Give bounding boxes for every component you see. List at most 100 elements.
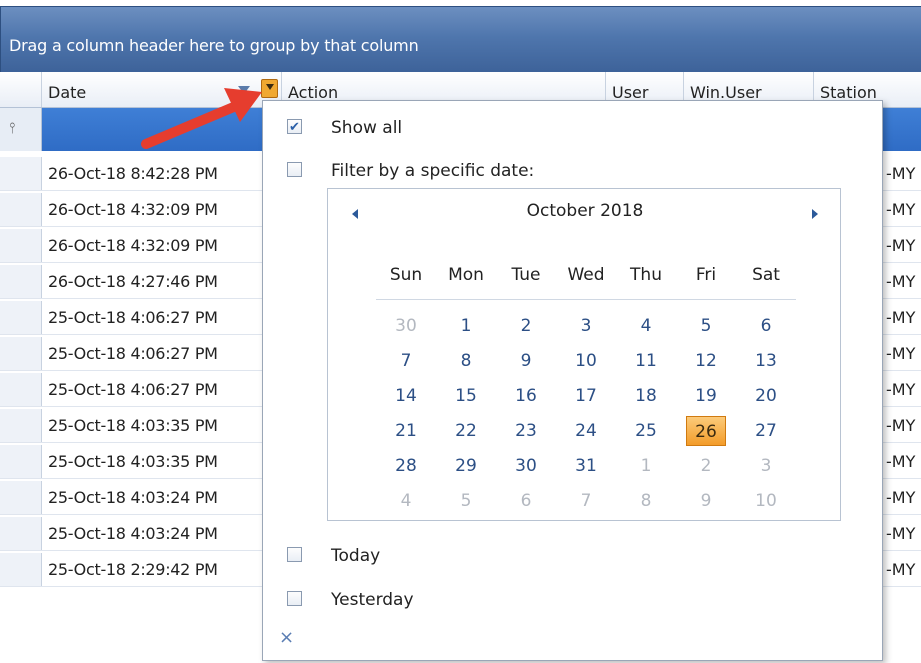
row-indicator[interactable] bbox=[0, 409, 42, 442]
calendar-day[interactable]: 21 bbox=[386, 416, 426, 446]
calendar-day[interactable]: 15 bbox=[446, 381, 486, 411]
calendar-day[interactable]: 25 bbox=[626, 416, 666, 446]
calendar-day[interactable]: 5 bbox=[446, 486, 486, 516]
calendar-day[interactable]: 5 bbox=[686, 311, 726, 341]
calendar-day[interactable]: 17 bbox=[566, 381, 606, 411]
date-cell: 25-Oct-18 2:29:42 PM bbox=[48, 560, 218, 579]
calendar-day[interactable]: 6 bbox=[506, 486, 546, 516]
calendar-day[interactable]: 8 bbox=[626, 486, 666, 516]
next-month-icon[interactable] bbox=[812, 209, 818, 219]
row-indicator[interactable] bbox=[0, 517, 42, 550]
calendar-day[interactable]: 22 bbox=[446, 416, 486, 446]
calendar-day[interactable]: 27 bbox=[746, 416, 786, 446]
weekday-label: Sat bbox=[752, 265, 780, 285]
calendar-day[interactable]: 30 bbox=[386, 311, 426, 341]
calendar-day[interactable]: 8 bbox=[446, 346, 486, 376]
row-indicator[interactable] bbox=[0, 301, 42, 334]
specific-date-label: Filter by a specific date: bbox=[331, 161, 535, 181]
weekday-label: Thu bbox=[630, 265, 662, 285]
calendar-day[interactable]: 10 bbox=[566, 346, 606, 376]
row-indicator[interactable] bbox=[0, 373, 42, 406]
calendar-day[interactable]: 10 bbox=[746, 486, 786, 516]
filter-row-indicator: ⫯ bbox=[0, 108, 42, 151]
row-indicator[interactable] bbox=[0, 337, 42, 370]
calendar-day[interactable]: 13 bbox=[746, 346, 786, 376]
calendar-day[interactable]: 3 bbox=[746, 451, 786, 481]
calendar-day[interactable]: 4 bbox=[386, 486, 426, 516]
calendar-day[interactable]: 1 bbox=[446, 311, 486, 341]
calendar-day[interactable]: 12 bbox=[686, 346, 726, 376]
weekday-label: Wed bbox=[567, 265, 605, 285]
specific-date-checkbox[interactable] bbox=[287, 162, 302, 177]
station-cell: -MY bbox=[886, 200, 916, 219]
row-indicator[interactable] bbox=[0, 553, 42, 586]
calendar-month-title: October 2018 bbox=[526, 201, 644, 221]
calendar-day[interactable]: 6 bbox=[746, 311, 786, 341]
station-cell: -MY bbox=[886, 452, 916, 471]
calendar-day[interactable]: 20 bbox=[746, 381, 786, 411]
row-indicator[interactable] bbox=[0, 481, 42, 514]
calendar-day[interactable]: 16 bbox=[506, 381, 546, 411]
yesterday-label: Yesterday bbox=[331, 590, 414, 610]
date-filter-popup: Show all Filter by a specific date: Octo… bbox=[262, 100, 883, 661]
today-label: Today bbox=[331, 546, 381, 566]
date-calendar: October 2018 Sun Mon Tue Wed Thu Fri Sat 30 1 2 3… bbox=[327, 188, 841, 521]
calendar-day[interactable]: 28 bbox=[386, 451, 426, 481]
calendar-day[interactable]: 26 bbox=[686, 416, 726, 446]
date-cell: 25-Oct-18 4:06:27 PM bbox=[48, 308, 218, 327]
row-indicator-header bbox=[0, 72, 42, 107]
station-cell: -MY bbox=[886, 164, 916, 183]
station-cell: -MY bbox=[886, 560, 916, 579]
station-cell: -MY bbox=[886, 236, 916, 255]
calendar-day[interactable]: 2 bbox=[686, 451, 726, 481]
show-all-label: Show all bbox=[331, 118, 403, 138]
date-cell: 26-Oct-18 4:27:46 PM bbox=[48, 272, 218, 291]
calendar-day[interactable]: 18 bbox=[626, 381, 666, 411]
calendar-day[interactable]: 11 bbox=[626, 346, 666, 376]
station-cell: -MY bbox=[886, 524, 916, 543]
calendar-day[interactable]: 29 bbox=[446, 451, 486, 481]
row-indicator[interactable] bbox=[0, 265, 42, 298]
weekday-label: Tue bbox=[511, 265, 541, 285]
calendar-day[interactable]: 14 bbox=[386, 381, 426, 411]
today-checkbox[interactable] bbox=[287, 547, 302, 562]
weekday-label: Sun bbox=[389, 265, 423, 285]
calendar-day[interactable]: 9 bbox=[506, 346, 546, 376]
station-cell: -MY bbox=[886, 308, 916, 327]
show-all-checkbox[interactable] bbox=[287, 116, 302, 140]
calendar-day[interactable]: 31 bbox=[566, 451, 606, 481]
row-indicator[interactable] bbox=[0, 445, 42, 478]
column-header-date-label: Date bbox=[48, 83, 87, 102]
group-by-hint: Drag a column header here to group by th… bbox=[9, 36, 419, 55]
row-indicator[interactable] bbox=[0, 229, 42, 262]
calendar-day[interactable]: 1 bbox=[626, 451, 666, 481]
calendar-day[interactable]: 9 bbox=[686, 486, 726, 516]
row-indicator[interactable] bbox=[0, 157, 42, 190]
date-cell: 25-Oct-18 4:06:27 PM bbox=[48, 344, 218, 363]
station-cell: -MY bbox=[886, 344, 916, 363]
yesterday-checkbox[interactable] bbox=[287, 591, 302, 606]
weekday-label: Mon bbox=[448, 265, 484, 285]
date-cell: 25-Oct-18 4:03:24 PM bbox=[48, 524, 218, 543]
date-cell: 25-Oct-18 4:03:24 PM bbox=[48, 488, 218, 507]
grid-window: Drag a column header here to group by th… bbox=[0, 0, 921, 663]
row-indicator[interactable] bbox=[0, 193, 42, 226]
clear-filter-icon[interactable]: × bbox=[279, 627, 294, 648]
station-cell: -MY bbox=[886, 272, 916, 291]
calendar-day[interactable]: 3 bbox=[566, 311, 606, 341]
station-cell: -MY bbox=[886, 488, 916, 507]
date-cell: 26-Oct-18 4:32:09 PM bbox=[48, 236, 218, 255]
date-cell: 25-Oct-18 4:03:35 PM bbox=[48, 452, 218, 471]
calendar-day[interactable]: 23 bbox=[506, 416, 546, 446]
date-cell: 25-Oct-18 4:06:27 PM bbox=[48, 380, 218, 399]
weekday-label: Fri bbox=[695, 265, 717, 285]
calendar-day[interactable]: 24 bbox=[566, 416, 606, 446]
calendar-day[interactable]: 7 bbox=[566, 486, 606, 516]
calendar-day[interactable]: 4 bbox=[626, 311, 666, 341]
date-cell: 26-Oct-18 4:32:09 PM bbox=[48, 200, 218, 219]
calendar-day[interactable]: 7 bbox=[386, 346, 426, 376]
calendar-day[interactable]: 30 bbox=[506, 451, 546, 481]
calendar-day[interactable]: 19 bbox=[686, 381, 726, 411]
group-by-panel[interactable]: Drag a column header here to group by th… bbox=[0, 6, 921, 73]
calendar-day[interactable]: 2 bbox=[506, 311, 546, 341]
